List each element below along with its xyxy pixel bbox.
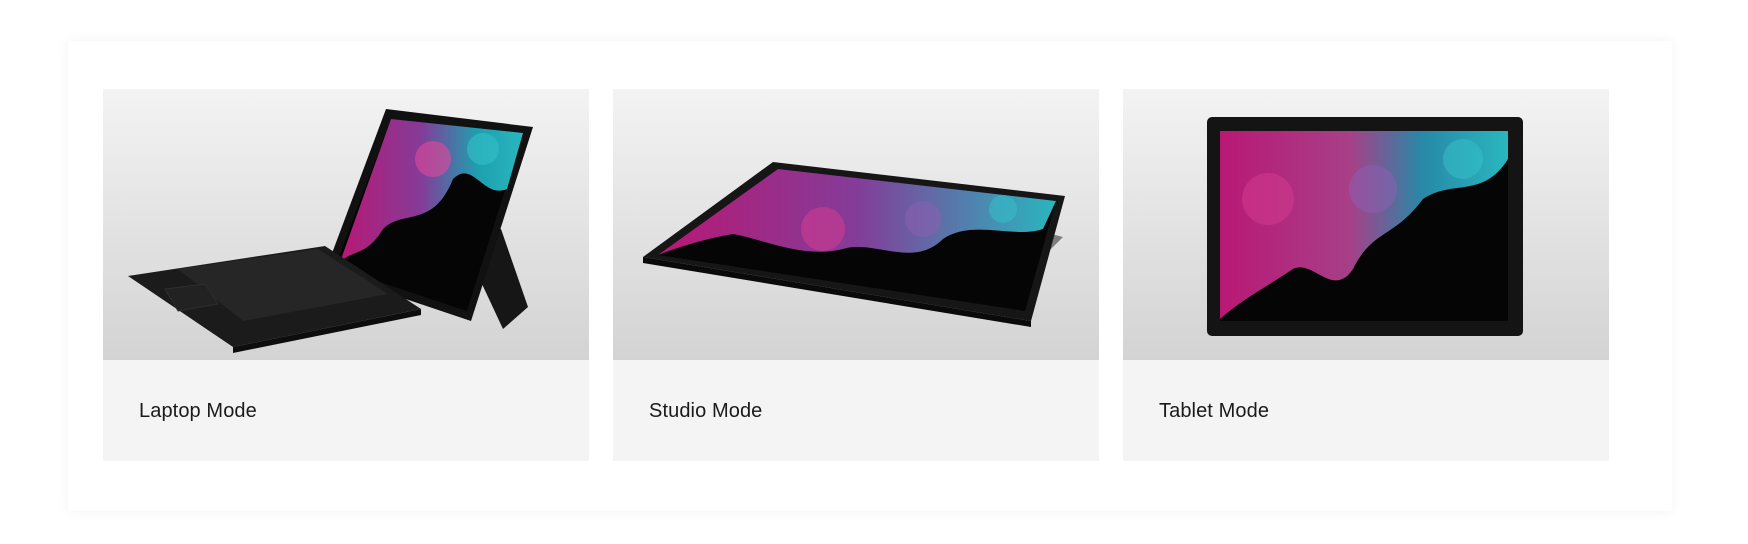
studio-mode-image	[613, 89, 1099, 360]
card-studio-mode[interactable]: Studio Mode	[613, 89, 1099, 461]
card-label[interactable]: Studio Mode	[649, 400, 762, 423]
tablet-mode-image	[1123, 89, 1609, 360]
studio-mode-illustration-icon	[613, 89, 1099, 360]
card-laptop-mode[interactable]: Laptop Mode	[103, 89, 589, 461]
card-label[interactable]: Tablet Mode	[1159, 400, 1269, 423]
card-tablet-mode[interactable]: Tablet Mode	[1123, 89, 1609, 461]
tablet-mode-illustration-icon	[1123, 89, 1609, 360]
mode-showcase-panel: Laptop Mode Studio Mode Tablet Mode	[68, 41, 1672, 511]
laptop-mode-image	[103, 89, 589, 360]
laptop-mode-illustration-icon	[103, 89, 589, 360]
card-label[interactable]: Laptop Mode	[139, 400, 257, 423]
